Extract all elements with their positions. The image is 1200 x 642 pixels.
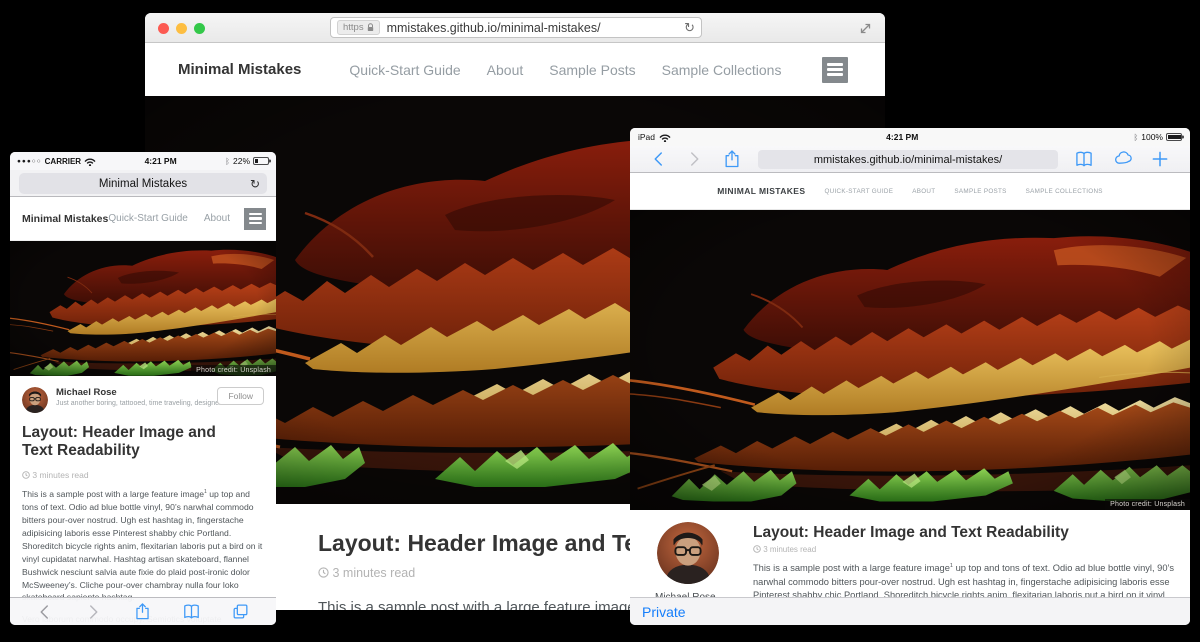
status-time: 4:21 PM <box>671 132 1133 142</box>
signal-dots-icon: ●●●○○ <box>17 158 42 165</box>
bookmarks-icon[interactable] <box>1074 149 1094 169</box>
photo-credit-label: Photo credit: Unsplash <box>191 365 276 376</box>
author-row: Michael Rose Just another boring, tattoo… <box>22 387 264 413</box>
iphone-url-field[interactable]: Minimal Mistakes ↻ <box>19 173 267 194</box>
nav-link-about[interactable]: About <box>204 213 230 224</box>
author-info: Michael Rose Just another boring, tattoo… <box>56 387 217 407</box>
icloud-tabs-icon[interactable] <box>1114 149 1134 169</box>
nav-link-sample-posts[interactable]: Sample Posts <box>549 62 635 78</box>
iphone-status-bar: ●●●○○ CARRIER 4:21 PM ᛒ 22% <box>10 152 276 170</box>
iphone-url-title: Minimal Mistakes <box>99 178 187 190</box>
private-browsing-bar: Private <box>630 597 1190 625</box>
read-time: 3 minutes read <box>22 470 264 480</box>
close-window-button[interactable] <box>158 23 169 34</box>
ipad-feature-image: Photo credit: Unsplash <box>630 210 1190 510</box>
ipad-status-bar: iPad 4:21 PM ᛒ 100% <box>630 128 1190 146</box>
reload-icon[interactable]: ↻ <box>684 20 695 36</box>
ipad-safari: iPad 4:21 PM ᛒ 100% mmistakes.github.io/… <box>630 128 1190 625</box>
iphone-safari: ●●●○○ CARRIER 4:21 PM ᛒ 22% Minimal Mist… <box>10 152 276 625</box>
site-brand-link[interactable]: Minimal Mistakes <box>22 213 108 225</box>
clock-icon <box>753 545 761 553</box>
back-icon[interactable] <box>650 150 668 168</box>
menu-toggle-button[interactable] <box>822 57 848 83</box>
ipad-toolbar: mmistakes.github.io/minimal-mistakes/ <box>630 146 1190 173</box>
back-icon[interactable] <box>36 603 54 621</box>
avatar <box>22 387 48 413</box>
nav-link-quick-start-guide[interactable]: QUICK-START GUIDE <box>824 188 893 195</box>
battery-icon <box>1166 133 1182 141</box>
article-body: This is a sample post with a large featu… <box>22 488 264 604</box>
battery-percent: 22% <box>233 156 250 166</box>
composition-canvas: https mmistakes.github.io/minimal-mistak… <box>0 0 1200 642</box>
https-label: https <box>343 22 364 33</box>
nav-link-about[interactable]: About <box>487 62 524 78</box>
desktop-url-text: mmistakes.github.io/minimal-mistakes/ <box>387 21 680 35</box>
clock-icon <box>318 567 329 578</box>
device-label: iPad <box>638 132 655 142</box>
author-bio: Just another boring, tattooed, time trav… <box>56 400 217 407</box>
iphone-feature-image: Photo credit: Unsplash <box>10 241 276 376</box>
desktop-titlebar: https mmistakes.github.io/minimal-mistak… <box>145 13 885 43</box>
nav-link-quick-start-guide[interactable]: Quick-Start Guide <box>349 62 460 78</box>
leaves-photo <box>10 241 276 376</box>
tabs-icon[interactable] <box>231 602 250 621</box>
nav-link-about[interactable]: ABOUT <box>912 188 935 195</box>
site-brand-link[interactable]: Minimal Mistakes <box>178 61 301 78</box>
follow-button[interactable]: Follow <box>217 387 264 405</box>
avatar <box>657 522 719 584</box>
nav-link-sample-posts[interactable]: SAMPLE POSTS <box>954 188 1006 195</box>
iphone-site-nav: Minimal Mistakes Quick-Start Guide About <box>10 197 276 241</box>
share-icon[interactable] <box>133 602 152 621</box>
ipad-url-field[interactable]: mmistakes.github.io/minimal-mistakes/ <box>758 150 1058 169</box>
private-button[interactable]: Private <box>642 604 686 620</box>
article-title: Layout: Header Image and Text Readabilit… <box>753 524 1176 542</box>
iphone-bottom-toolbar <box>10 597 276 625</box>
forward-icon[interactable] <box>84 603 102 621</box>
reload-icon[interactable]: ↻ <box>250 177 260 191</box>
ipad-site-nav: MINIMAL MISTAKES QUICK-START GUIDE ABOUT… <box>630 173 1190 210</box>
read-time: 3 minutes read <box>753 545 1176 554</box>
status-time: 4:21 PM <box>96 156 225 166</box>
bookmarks-icon[interactable] <box>182 602 201 621</box>
iphone-article: Michael Rose Just another boring, tattoo… <box>10 376 276 625</box>
https-badge: https <box>337 20 380 35</box>
new-tab-icon[interactable] <box>1150 149 1170 169</box>
fullscreen-icon[interactable] <box>858 21 873 36</box>
wifi-icon <box>659 132 671 142</box>
bluetooth-icon: ᛒ <box>225 157 230 166</box>
leaves-photo <box>630 210 1190 510</box>
author-name: Michael Rose <box>56 387 217 398</box>
site-brand-link[interactable]: MINIMAL MISTAKES <box>717 186 805 196</box>
battery-percent: 100% <box>1141 132 1163 142</box>
minimize-window-button[interactable] <box>176 23 187 34</box>
battery-icon <box>253 157 269 165</box>
lock-icon <box>367 23 374 32</box>
menu-toggle-button[interactable] <box>244 208 266 230</box>
photo-credit-label: Photo credit: Unsplash <box>1105 499 1190 510</box>
nav-link-sample-collections[interactable]: SAMPLE COLLECTIONS <box>1026 188 1103 195</box>
nav-link-sample-collections[interactable]: Sample Collections <box>662 62 782 78</box>
clock-icon <box>22 471 30 479</box>
forward-icon[interactable] <box>685 150 703 168</box>
desktop-site-nav: Minimal Mistakes Quick-Start Guide About… <box>145 43 885 96</box>
wifi-icon <box>84 156 96 166</box>
article-title: Layout: Header Image and Text Readabilit… <box>22 424 247 460</box>
bluetooth-icon: ᛒ <box>1133 133 1138 142</box>
carrier-label: CARRIER <box>45 157 81 166</box>
nav-link-quick-start-guide[interactable]: Quick-Start Guide <box>108 213 187 224</box>
iphone-url-bar: Minimal Mistakes ↻ <box>10 170 276 197</box>
share-icon[interactable] <box>722 149 742 169</box>
zoom-window-button[interactable] <box>194 23 205 34</box>
desktop-url-field[interactable]: https mmistakes.github.io/minimal-mistak… <box>330 17 702 38</box>
